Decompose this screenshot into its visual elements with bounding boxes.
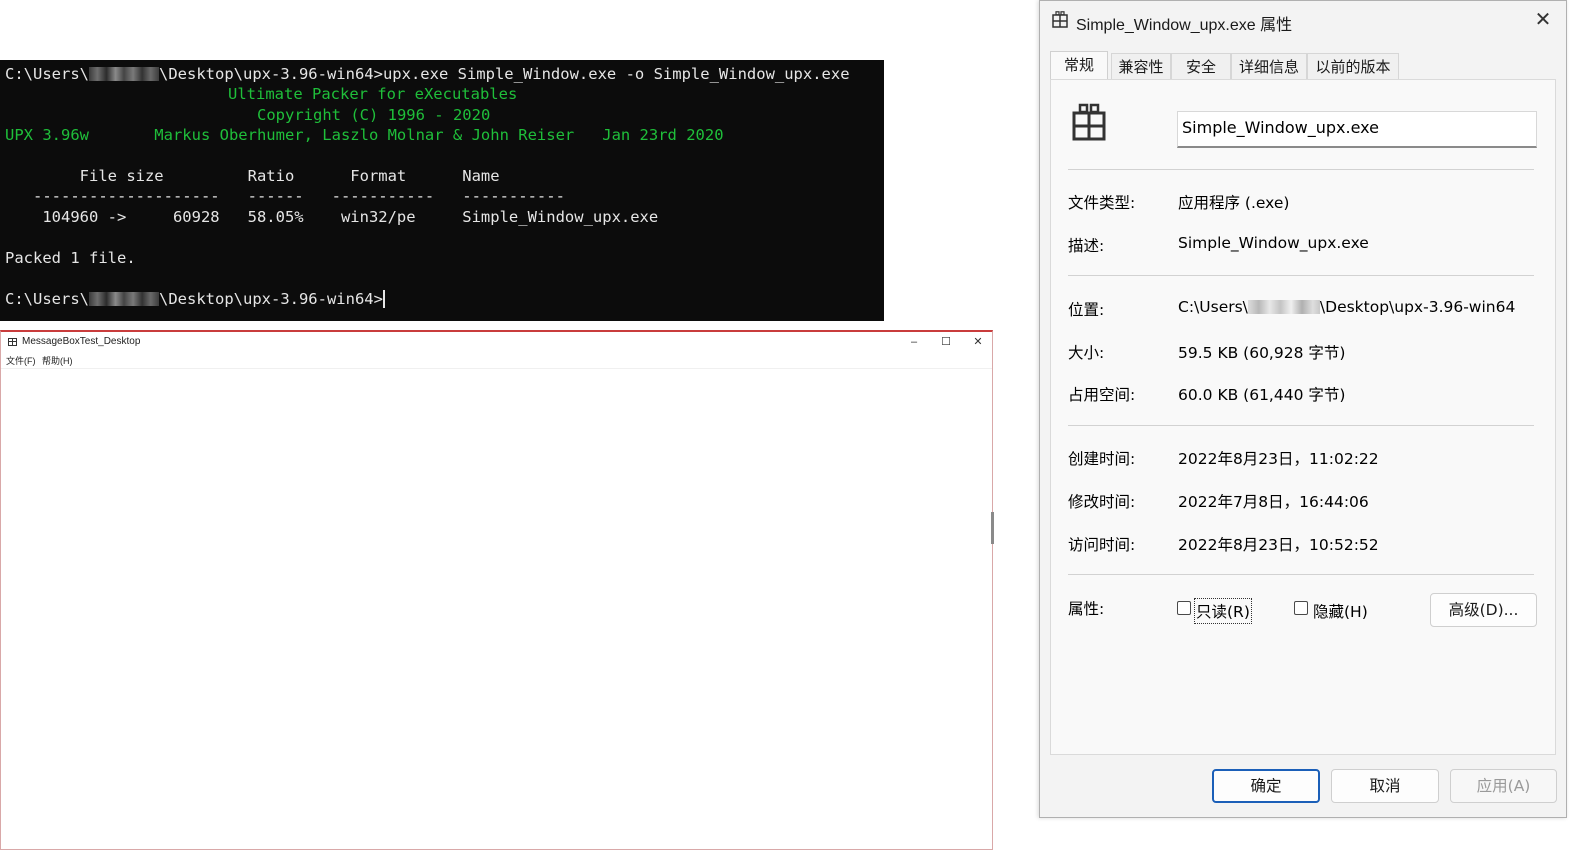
exe-file-icon: [1072, 103, 1106, 141]
readonly-checkbox[interactable]: [1177, 601, 1191, 615]
value-location: C:\Users\ \Desktop\upx-3.96-win64: [1178, 298, 1516, 316]
app-icon: [8, 338, 17, 346]
tab-previous-versions[interactable]: 以前的版本: [1307, 53, 1399, 80]
label-attributes: 属性:: [1068, 600, 1105, 618]
hidden-checkbox[interactable]: [1294, 601, 1308, 615]
tab-security[interactable]: 安全: [1171, 53, 1231, 80]
upx-banner-copyright: Copyright (C) 1996 - 2020: [257, 106, 491, 124]
label-description: 描述:: [1068, 237, 1105, 255]
hidden-label[interactable]: 隐藏(H): [1313, 600, 1368, 622]
tab-details[interactable]: 详细信息: [1231, 53, 1307, 80]
readonly-label[interactable]: 只读(R): [1194, 598, 1252, 624]
upx-table-rule: -------------------- ------ ----------- …: [5, 187, 565, 205]
divider: [1068, 275, 1534, 276]
divider: [1068, 574, 1534, 575]
value-modified: 2022年7月8日，16:44:06: [1178, 493, 1369, 511]
text-cursor: [382, 290, 385, 308]
label-size: 大小:: [1068, 344, 1105, 362]
label-accessed: 访问时间:: [1068, 536, 1136, 554]
minimize-button[interactable]: –: [899, 334, 929, 350]
packed-message: Packed 1 file.: [5, 249, 136, 267]
redacted-username: [1247, 300, 1320, 314]
general-panel: [1050, 79, 1556, 755]
menu-bar: 文件(F) 帮助(H): [1, 352, 992, 369]
upx-table-header: File size Ratio Format Name: [5, 167, 500, 185]
ok-button[interactable]: 确定: [1212, 769, 1320, 803]
filename-input[interactable]: Simple_Window_upx.exe: [1177, 111, 1537, 148]
value-description: Simple_Window_upx.exe: [1178, 234, 1369, 252]
label-modified: 修改时间:: [1068, 493, 1136, 511]
redacted-username: [89, 67, 159, 81]
upx-banner-version: UPX 3.96w Markus Oberhumer, Laszlo Molna…: [5, 126, 724, 144]
console-window[interactable]: C:\Users\ \Desktop\upx-3.96-win64>upx.exe…: [0, 60, 884, 321]
messagebox-test-window[interactable]: MessageBoxTest_Desktop – ☐ ✕ 文件(F) 帮助(H): [0, 330, 993, 850]
upx-table-row: 104960 -> 60928 58.05% win32/pe Simple_W…: [5, 208, 659, 226]
resize-edge: [991, 512, 994, 544]
menu-help[interactable]: 帮助(H): [42, 354, 73, 367]
console-command-line: C:\Users\ \Desktop\upx-3.96-win64>upx.exe…: [5, 65, 850, 83]
tab-compatibility[interactable]: 兼容性: [1111, 53, 1171, 80]
apply-button[interactable]: 应用(A): [1450, 769, 1557, 803]
label-file-type: 文件类型:: [1068, 194, 1136, 212]
divider: [1068, 169, 1534, 170]
value-size: 59.5 KB (60,928 字节): [1178, 344, 1346, 362]
exe-icon: [1052, 11, 1068, 28]
value-created: 2022年8月23日，11:02:22: [1178, 450, 1379, 468]
divider: [1068, 425, 1534, 426]
menu-file[interactable]: 文件(F): [6, 354, 36, 367]
cancel-button[interactable]: 取消: [1331, 769, 1439, 803]
label-location: 位置:: [1068, 301, 1105, 319]
console-prompt[interactable]: C:\Users\ \Desktop\upx-3.96-win64>: [5, 289, 385, 309]
advanced-button[interactable]: 高级(D)...: [1430, 593, 1537, 627]
dialog-close-button[interactable]: ✕: [1530, 7, 1556, 33]
value-file-type: 应用程序 (.exe): [1178, 194, 1290, 212]
label-disk-size: 占用空间:: [1068, 386, 1136, 404]
dialog-title: Simple_Window_upx.exe 属性: [1076, 17, 1293, 34]
value-accessed: 2022年8月23日，10:52:52: [1178, 536, 1379, 554]
value-disk-size: 60.0 KB (61,440 字节): [1178, 386, 1346, 404]
close-button[interactable]: ✕: [963, 334, 993, 350]
tab-general[interactable]: 常规: [1050, 51, 1108, 81]
label-created: 创建时间:: [1068, 450, 1136, 468]
dialog-titlebar[interactable]: Simple_Window_upx.exe 属性 ✕: [1040, 1, 1566, 41]
window-title: MessageBoxTest_Desktop: [22, 336, 141, 347]
upx-banner-title: Ultimate Packer for eXecutables: [228, 85, 518, 103]
maximize-button[interactable]: ☐: [931, 334, 961, 350]
window-titlebar[interactable]: MessageBoxTest_Desktop – ☐ ✕: [1, 332, 992, 352]
redacted-username: [89, 292, 159, 306]
